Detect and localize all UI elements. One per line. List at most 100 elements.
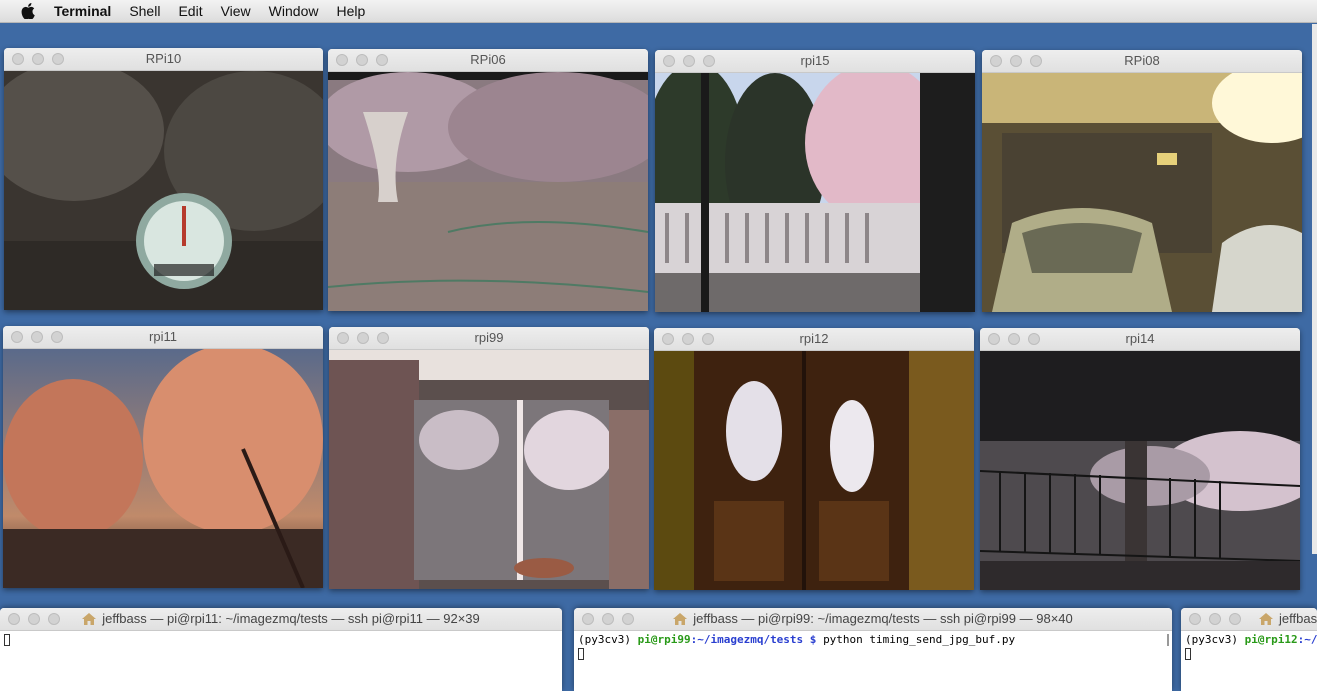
zoom-icon[interactable] xyxy=(1030,55,1042,67)
close-icon[interactable] xyxy=(988,333,1000,345)
minimize-icon[interactable] xyxy=(356,54,368,66)
menu-app-terminal[interactable]: Terminal xyxy=(54,3,111,19)
window-title: RPi10 xyxy=(145,51,182,66)
close-icon[interactable] xyxy=(336,54,348,66)
camera-image-front-door xyxy=(654,351,974,590)
home-icon xyxy=(82,613,97,625)
minimize-icon[interactable] xyxy=(1008,333,1020,345)
background-window-edge xyxy=(1312,24,1317,554)
cursor xyxy=(578,648,584,660)
camera-window-rpi10[interactable]: RPi10 xyxy=(4,48,323,310)
close-icon[interactable] xyxy=(8,613,20,625)
camera-window-rpi99[interactable]: rpi99 xyxy=(329,327,649,589)
terminal-title: jeffbass — pi@rpi11: ~/imagezmq/tests — … xyxy=(102,611,480,626)
cursor xyxy=(4,634,10,646)
camera-image-trees-sunset xyxy=(3,349,323,588)
minimize-icon[interactable] xyxy=(683,55,695,67)
window-titlebar[interactable]: rpi99 xyxy=(329,327,649,350)
minimize-icon[interactable] xyxy=(1209,613,1221,625)
zoom-icon[interactable] xyxy=(48,613,60,625)
camera-window-rpi15[interactable]: rpi15 xyxy=(655,50,975,312)
window-title: rpi11 xyxy=(149,329,177,344)
scrollbar[interactable] xyxy=(1167,634,1169,646)
close-icon[interactable] xyxy=(663,55,675,67)
home-icon xyxy=(673,613,688,625)
close-icon[interactable] xyxy=(11,331,23,343)
terminal-title: jeffbas xyxy=(1279,611,1317,626)
camera-image-porch xyxy=(980,351,1300,590)
menu-bar: Terminal Shell Edit View Window Help xyxy=(0,0,1317,23)
terminal-window-rpi12[interactable]: jeffbas (py3cv3) pi@rpi12:~/im xyxy=(1181,608,1317,691)
close-icon[interactable] xyxy=(1189,613,1201,625)
camera-window-rpi11[interactable]: rpi11 xyxy=(3,326,323,588)
camera-window-rpi14[interactable]: rpi14 xyxy=(980,328,1300,590)
menu-edit[interactable]: Edit xyxy=(178,3,202,19)
terminal-titlebar[interactable]: jeffbas xyxy=(1181,608,1317,631)
home-icon xyxy=(1259,613,1273,625)
terminal-titlebar[interactable]: jeffbass — pi@rpi99: ~/imagezmq/tests — … xyxy=(574,608,1172,631)
minimize-icon[interactable] xyxy=(682,333,694,345)
camera-image-garage xyxy=(982,73,1302,312)
zoom-icon[interactable] xyxy=(376,54,388,66)
window-titlebar[interactable]: rpi11 xyxy=(3,326,323,349)
zoom-icon[interactable] xyxy=(622,613,634,625)
prompt-path: :~/imagezmq/tests $ xyxy=(690,633,817,646)
window-titlebar[interactable]: RPi10 xyxy=(4,48,323,71)
window-titlebar[interactable]: rpi12 xyxy=(654,328,974,351)
terminal-line: (py3cv3) pi@rpi12:~/im xyxy=(1185,633,1317,647)
window-title: RPi08 xyxy=(1124,53,1160,68)
terminal-titlebar[interactable]: jeffbass — pi@rpi11: ~/imagezmq/tests — … xyxy=(0,608,562,631)
window-title: rpi15 xyxy=(800,53,830,68)
window-titlebar[interactable]: RPi08 xyxy=(982,50,1302,73)
zoom-icon[interactable] xyxy=(52,53,64,65)
terminal-output[interactable]: (py3cv3) pi@rpi12:~/im xyxy=(1181,631,1317,663)
camera-image-balcony xyxy=(655,73,975,312)
terminal-output[interactable]: (py3cv3) pi@rpi99:~/imagezmq/tests $ pyt… xyxy=(574,631,1172,663)
zoom-icon[interactable] xyxy=(703,55,715,67)
cursor xyxy=(1185,648,1191,660)
minimize-icon[interactable] xyxy=(357,332,369,344)
camera-window-rpi06[interactable]: RPi06 xyxy=(328,49,648,311)
prompt-host: pi@rpi99 xyxy=(637,633,691,646)
close-icon[interactable] xyxy=(337,332,349,344)
minimize-icon[interactable] xyxy=(32,53,44,65)
window-title: rpi99 xyxy=(474,330,504,345)
minimize-icon[interactable] xyxy=(31,331,43,343)
close-icon[interactable] xyxy=(990,55,1002,67)
window-titlebar[interactable]: rpi15 xyxy=(655,50,975,73)
window-title: RPi06 xyxy=(470,52,506,67)
command-text: python timing_send_jpg_buf.py xyxy=(823,633,1016,646)
zoom-icon[interactable] xyxy=(702,333,714,345)
terminal-title: jeffbass — pi@rpi99: ~/imagezmq/tests — … xyxy=(693,611,1073,626)
apple-icon[interactable] xyxy=(18,1,38,21)
menu-shell[interactable]: Shell xyxy=(129,3,160,19)
close-icon[interactable] xyxy=(582,613,594,625)
minimize-icon[interactable] xyxy=(602,613,614,625)
window-title: rpi14 xyxy=(1125,331,1155,346)
zoom-icon[interactable] xyxy=(1028,333,1040,345)
menu-window[interactable]: Window xyxy=(269,3,319,19)
zoom-icon[interactable] xyxy=(1229,613,1241,625)
camera-image-living-room xyxy=(329,350,649,589)
prompt-host: pi@rpi12 xyxy=(1244,633,1298,646)
menu-help[interactable]: Help xyxy=(336,3,365,19)
window-titlebar[interactable]: rpi14 xyxy=(980,328,1300,351)
menu-view[interactable]: View xyxy=(221,3,251,19)
camera-window-rpi12[interactable]: rpi12 xyxy=(654,328,974,590)
camera-image-water-meter xyxy=(4,71,323,310)
prompt-env: (py3cv3) xyxy=(1185,633,1238,646)
close-icon[interactable] xyxy=(662,333,674,345)
terminal-line: (py3cv3) pi@rpi99:~/imagezmq/tests $ pyt… xyxy=(578,633,1168,647)
zoom-icon[interactable] xyxy=(377,332,389,344)
camera-window-rpi08[interactable]: RPi08 xyxy=(982,50,1302,312)
minimize-icon[interactable] xyxy=(1010,55,1022,67)
terminal-window-rpi11[interactable]: jeffbass — pi@rpi11: ~/imagezmq/tests — … xyxy=(0,608,562,691)
terminal-output[interactable] xyxy=(0,631,562,649)
terminal-window-rpi99[interactable]: jeffbass — pi@rpi99: ~/imagezmq/tests — … xyxy=(574,608,1172,691)
camera-image-yard xyxy=(328,72,648,311)
prompt-path: :~/im xyxy=(1297,633,1317,646)
window-titlebar[interactable]: RPi06 xyxy=(328,49,648,72)
close-icon[interactable] xyxy=(12,53,24,65)
zoom-icon[interactable] xyxy=(51,331,63,343)
minimize-icon[interactable] xyxy=(28,613,40,625)
